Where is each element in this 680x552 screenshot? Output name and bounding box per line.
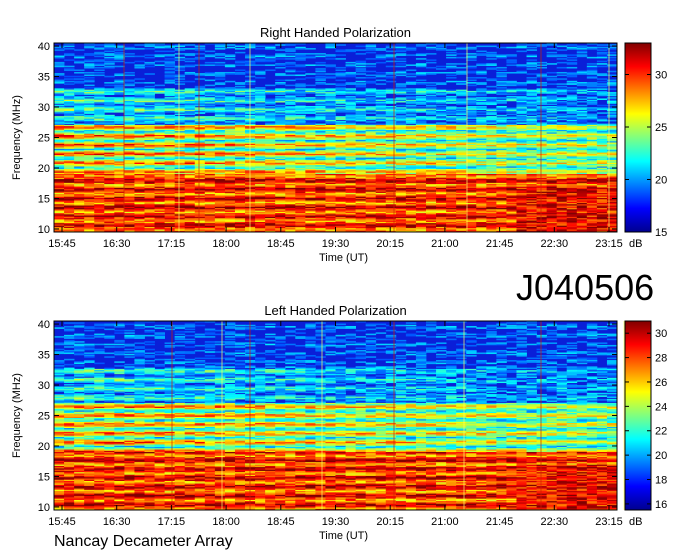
x-tick-label: 22:30 [541,238,569,250]
footer-label: Nancay Decameter Array [54,533,233,550]
colorbar-tick-label: 28 [655,353,667,365]
x-tick-label: 21:00 [431,516,459,528]
panel-title: Left Handed Polarization [264,303,406,318]
y-tick-label: 10 [38,502,50,514]
colorbar-tick-label: 24 [655,401,667,413]
x-tick-label: 15:45 [48,238,76,250]
colorbar-tick-label: 30 [655,328,667,340]
colorbar-tick-label: 18 [655,475,667,487]
y-tick-label: 15 [38,193,50,205]
y-tick-label: 25 [38,133,50,145]
y-tick-label: 20 [38,163,50,175]
x-tick-label: 18:00 [212,516,240,528]
x-tick-label: 20:15 [376,516,404,528]
observation-label: J040506 [516,267,654,308]
colorbar-tick-label: 20 [655,450,667,462]
y-tick-label: 35 [38,72,50,84]
x-tick-label: 20:15 [376,238,404,250]
x-tick-label: 18:00 [212,238,240,250]
x-tick-label: 21:45 [486,516,514,528]
x-tick-label: 19:30 [322,238,350,250]
colorbar-tick-label: 20 [655,175,667,187]
y-tick-label: 20 [38,441,50,453]
x-tick-label: 16:30 [103,516,131,528]
x-tick-label: 21:45 [486,238,514,250]
y-tick-label: 30 [38,102,50,114]
x-tick-label: 22:30 [541,516,569,528]
panel-title: Right Handed Polarization [260,25,411,40]
x-tick-label: 21:00 [431,238,459,250]
colorbar-tick-label: 16 [655,499,667,511]
y-tick-label: 40 [38,41,50,53]
colorbar: 15 20 25 30 dB [624,42,667,250]
colorbar-tick-label: 22 [655,426,667,438]
x-tick-label: 23:15 [595,516,623,528]
x-tick-label: 17:15 [158,238,186,250]
colorbar: 16 18 20 22 24 26 28 30 dB [624,320,667,528]
y-axis-label: Frequency (MHz) [11,95,23,180]
colorbar-unit-label: dB [629,516,642,528]
y-axis-label: Frequency (MHz) [11,373,23,458]
x-tick-label: 15:45 [48,516,76,528]
x-tick-label: 16:30 [103,238,131,250]
x-axis-label: Time (UT) [319,252,368,264]
left-polarization-panel: Left Handed Polarization 10 15 20 25 30 35 40 15… [11,303,667,542]
colorbar-tick-label: 15 [655,227,667,239]
y-tick-label: 30 [38,380,50,392]
y-tick-label: 40 [38,319,50,331]
y-tick-label: 35 [38,350,50,362]
x-tick-label: 23:15 [595,238,623,250]
colorbar-tick-label: 25 [655,122,667,134]
right-polarization-panel: Right Handed Polarization 10 15 20 25 30 35 40 1… [11,25,667,264]
colorbar-tick-label: 30 [655,70,667,82]
colorbar-tick-label: 26 [655,377,667,389]
x-axis-label: Time (UT) [319,530,368,542]
y-tick-label: 15 [38,471,50,483]
y-tick-label: 10 [38,224,50,236]
x-tick-label: 18:45 [267,516,295,528]
x-tick-label: 17:15 [158,516,186,528]
y-tick-label: 25 [38,411,50,423]
colorbar-unit-label: dB [629,238,642,250]
x-tick-label: 19:30 [322,516,350,528]
spectrogram-figure: Right Handed Polarization 10 15 20 25 30 35 40 1… [11,25,667,550]
x-tick-label: 18:45 [267,238,295,250]
